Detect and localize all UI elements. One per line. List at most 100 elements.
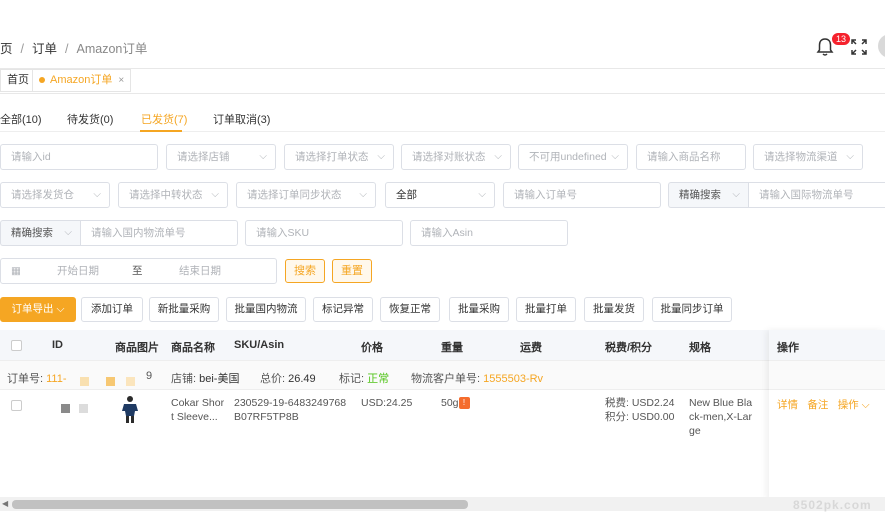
fullscreen-icon[interactable] xyxy=(850,38,868,56)
scroll-left-icon[interactable]: ◀ xyxy=(2,499,8,508)
breadcrumb-orders[interactable]: 订单 xyxy=(32,42,57,56)
all-select-value: 全部 xyxy=(396,189,417,201)
chevron-down-icon: ⌵ xyxy=(211,189,219,200)
end-date-placeholder: 结束日期 xyxy=(179,265,221,277)
breadcrumb: 页 / 订单 / Amazon订单 xyxy=(0,38,147,57)
tab-shipped[interactable]: 已发货(7) xyxy=(141,111,187,127)
tab-pending[interactable]: 待发货(0) xyxy=(67,111,113,127)
product-tax-points: 税费: USD2.24 积分: USD0.00 xyxy=(605,396,674,424)
app-root: 页 / 订单 / Amazon订单 13 首页 Amazon订单 × 全部(10) 待发货… xyxy=(0,0,885,522)
bulk-print-button[interactable]: 批量打单 xyxy=(516,297,576,322)
bulk-sync-orders-button[interactable]: 批量同步订单 xyxy=(652,297,732,322)
product-image[interactable] xyxy=(118,395,142,425)
detail-link[interactable]: 详情 xyxy=(777,399,798,411)
breadcrumb-sep: / xyxy=(20,42,24,56)
unavailable-select[interactable]: 不可用undefined ⌵ xyxy=(518,144,628,170)
mark-abnormal-button[interactable]: 标记异常 xyxy=(313,297,373,322)
domestic-tracking-input[interactable]: 请输入国内物流单号 xyxy=(80,220,238,246)
page-tab-amazon-label: Amazon订单 xyxy=(50,74,113,86)
product-price: USD:24.25 xyxy=(361,397,413,409)
avatar[interactable] xyxy=(878,34,885,58)
order-total: 总价: 26.49 xyxy=(260,370,316,386)
precise-search-value: 精确搜索 xyxy=(679,189,721,201)
reconcile-status-placeholder: 请选择对账状态 xyxy=(412,151,486,163)
watermark: 8502pk.com xyxy=(793,498,872,512)
precise-search-select-2[interactable]: 精确搜索 ⌵ xyxy=(0,220,80,246)
scrollbar-thumb[interactable] xyxy=(12,500,468,509)
order-mark: 标记: 正常 xyxy=(339,370,389,386)
col-image: 商品图片 xyxy=(115,342,159,354)
active-dot-icon xyxy=(39,77,45,84)
shop-select-placeholder: 请选择店铺 xyxy=(177,151,230,163)
col-price: 价格 xyxy=(361,342,383,354)
intl-tracking-input[interactable]: 请输入国际物流单号 xyxy=(748,182,885,208)
restore-normal-button[interactable]: 恢复正常 xyxy=(380,297,440,322)
col-id: ID xyxy=(52,339,63,351)
cust-no-label: 物流客户单号: xyxy=(411,373,481,385)
redacted-block xyxy=(61,404,70,413)
id-input[interactable]: 请输入id xyxy=(0,144,158,170)
breadcrumb-sep: / xyxy=(65,42,69,56)
print-status-select[interactable]: 请选择打单状态 ⌵ xyxy=(284,144,394,170)
tab-all[interactable]: 全部(10) xyxy=(0,111,42,127)
chevron-down-icon: ⌵ xyxy=(861,399,870,411)
redacted-block xyxy=(80,377,89,386)
redacted-block xyxy=(106,377,115,386)
chevron-down-icon: ⌵ xyxy=(732,189,740,200)
note-link[interactable]: 备注 xyxy=(807,399,828,411)
row-operations: 详情 备注 操作 ⌵ xyxy=(769,390,885,412)
breadcrumb-home[interactable]: 页 xyxy=(0,42,13,56)
col-spec: 规格 xyxy=(689,342,711,354)
search-button[interactable]: 搜索 xyxy=(285,259,325,283)
add-order-button[interactable]: 添加订单 xyxy=(81,297,143,322)
sync-status-select[interactable]: 请选择订单同步状态 ⌵ xyxy=(236,182,376,208)
chevron-down-icon: ⌵ xyxy=(93,189,101,200)
order-number-suffix: 9 xyxy=(146,370,153,382)
col-operations: 操作 xyxy=(769,330,885,360)
page-tab-home[interactable]: 首页 xyxy=(0,69,36,92)
precise-search-select[interactable]: 精确搜索 ⌵ xyxy=(668,182,748,208)
reset-button[interactable]: 重置 xyxy=(332,259,372,283)
product-spec: New Blue Black-men,X-Large xyxy=(689,397,753,437)
chevron-down-icon: ⌵ xyxy=(64,227,72,238)
order-no-input[interactable]: 请输入订单号 xyxy=(503,182,661,208)
page-tab-amazon[interactable]: Amazon订单 × xyxy=(32,69,132,92)
unavailable-placeholder: 不可用undefined xyxy=(529,151,607,163)
product-asin: B07RF5TP8B xyxy=(234,411,299,423)
asin-input[interactable]: 请输入Asin xyxy=(410,220,568,246)
row-checkbox[interactable] xyxy=(11,400,22,411)
reconcile-status-select[interactable]: 请选择对账状态 ⌵ xyxy=(401,144,511,170)
product-points: 积分: USD0.00 xyxy=(605,411,675,423)
chevron-down-icon: ⌵ xyxy=(259,151,267,162)
col-sku: SKU/Asin xyxy=(234,339,285,351)
print-status-placeholder: 请选择打单状态 xyxy=(295,151,369,163)
export-orders-button[interactable]: 订单导出 ⌵ xyxy=(0,297,76,322)
order-number-prefix[interactable]: 111- xyxy=(46,373,66,385)
all-select[interactable]: 全部 ⌵ xyxy=(385,182,495,208)
bulk-purchase-button[interactable]: 批量采购 xyxy=(449,297,509,322)
ship-warehouse-select[interactable]: 请选择发货仓 ⌵ xyxy=(0,182,110,208)
total-value: 26.49 xyxy=(288,373,316,385)
close-icon[interactable]: × xyxy=(118,75,124,86)
start-date-placeholder: 开始日期 xyxy=(57,265,99,277)
shop-select[interactable]: 请选择店铺 ⌵ xyxy=(166,144,276,170)
bulk-ship-button[interactable]: 批量发货 xyxy=(584,297,644,322)
more-actions-dropdown[interactable]: 操作 ⌵ xyxy=(838,399,870,411)
sync-status-placeholder: 请选择订单同步状态 xyxy=(247,189,342,201)
operations-group-cell xyxy=(769,360,885,390)
calendar-icon: ▦ xyxy=(11,265,21,277)
transfer-status-placeholder: 请选择中转状态 xyxy=(129,189,203,201)
select-all-checkbox[interactable] xyxy=(11,340,22,351)
tab-cancelled[interactable]: 订单取消(3) xyxy=(213,111,270,127)
header-divider xyxy=(0,68,885,69)
product-sku-asin: 230529-19-6483249768 B07RF5TP8B xyxy=(234,396,346,424)
new-bulk-purchase-button[interactable]: 新批量采购 xyxy=(149,297,219,322)
product-name-input[interactable]: 请输入商品名称 xyxy=(636,144,746,170)
product-name[interactable]: Cokar Short Sleeve... xyxy=(171,396,225,424)
sku-input[interactable]: 请输入SKU xyxy=(245,220,403,246)
order-number: 订单号: 111- xyxy=(7,370,67,386)
transfer-status-select[interactable]: 请选择中转状态 ⌵ xyxy=(118,182,228,208)
date-range-picker[interactable]: ▦ 开始日期 至 结束日期 xyxy=(0,258,277,284)
logistics-channel-select[interactable]: 请选择物流渠道 ⌵ xyxy=(753,144,863,170)
bulk-domestic-logistics-button[interactable]: 批量国内物流 xyxy=(226,297,306,322)
